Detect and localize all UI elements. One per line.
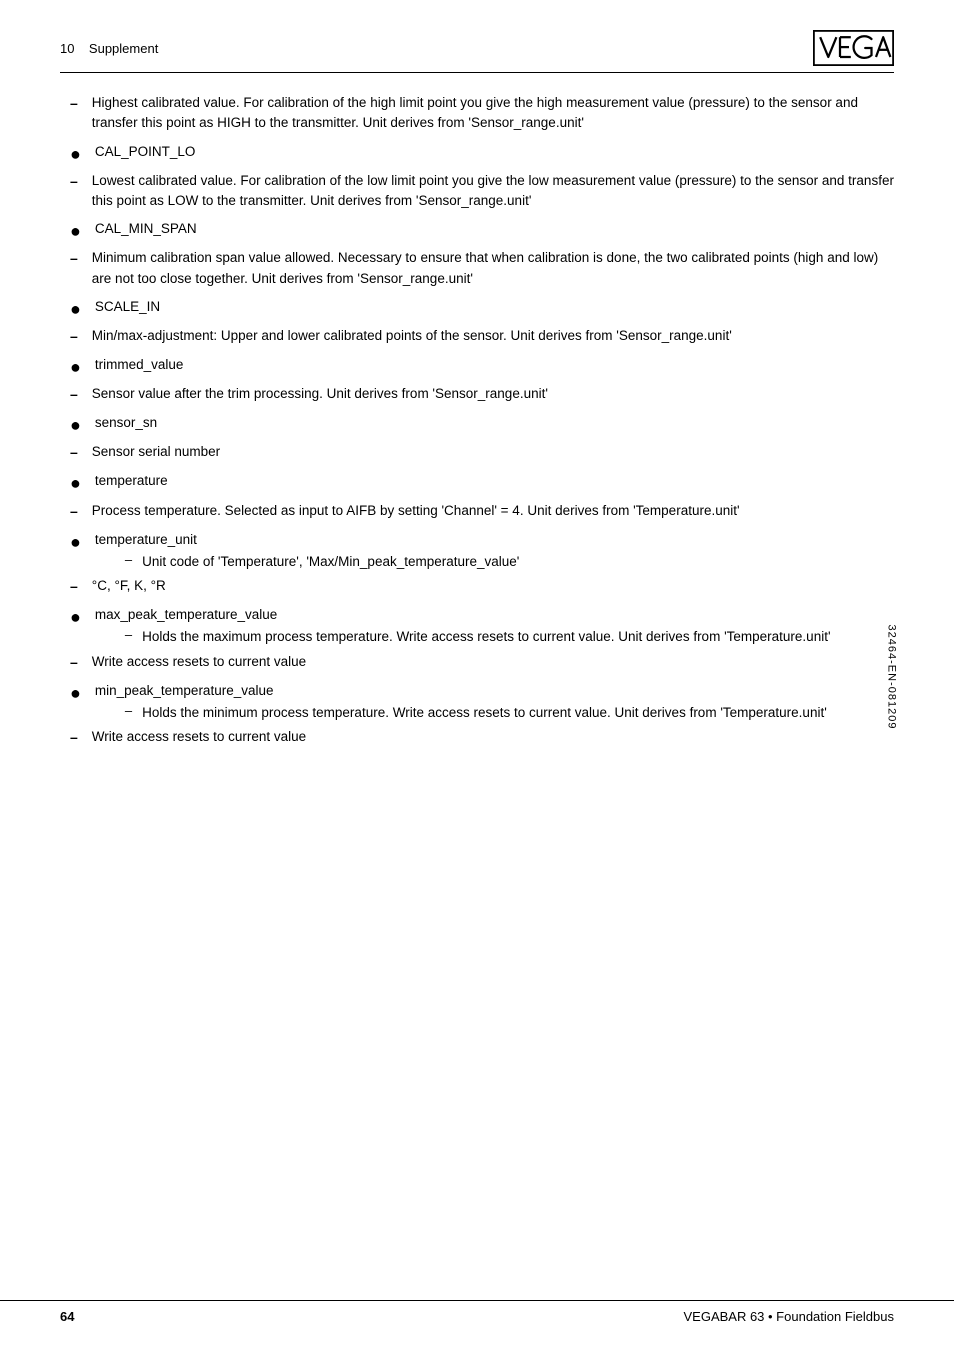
bullet-icon: ● (70, 413, 81, 438)
item-label: sensor_sn (95, 413, 157, 433)
bullet-icon: ● (70, 355, 81, 380)
dash-icon: – (70, 727, 78, 748)
item-description: Min/max-adjustment: Upper and lower cali… (92, 326, 894, 346)
item-label: CAL_MIN_SPAN (95, 219, 197, 239)
dash-icon: – (70, 652, 78, 673)
bullet-icon: ● (70, 142, 81, 167)
item-label: CAL_POINT_LO (95, 142, 196, 162)
dash-icon: – (70, 171, 78, 192)
sub-dash-icon: – (125, 552, 132, 567)
item-description: Sensor serial number (92, 442, 894, 462)
list-item: ● sensor_sn (60, 413, 894, 438)
list-item: – Highest calibrated value. For calibrat… (60, 93, 894, 134)
sub-item: – Holds the maximum process temperature.… (125, 627, 894, 647)
dash-icon: – (70, 442, 78, 463)
bullet-icon: ● (70, 297, 81, 322)
sub-item-text: Unit code of 'Temperature', 'Max/Min_pea… (142, 552, 519, 572)
sub-item: – Holds the minimum process temperature.… (125, 703, 894, 723)
sub-item-text: Holds the minimum process temperature. W… (142, 703, 827, 723)
chapter-title: 10 Supplement (60, 41, 158, 56)
item-description: Sensor value after the trim processing. … (92, 384, 894, 404)
item-label: min_peak_temperature_value (95, 681, 894, 701)
list-item: ● temperature_unit – Unit code of 'Tempe… (60, 530, 894, 575)
sub-item-text: Holds the maximum process temperature. W… (142, 627, 830, 647)
item-description: Highest calibrated value. For calibratio… (92, 93, 894, 134)
item-description: Lowest calibrated value. For calibration… (92, 171, 894, 212)
dash-icon: – (70, 576, 78, 597)
bullet-icon: ● (70, 605, 81, 630)
list-item: – Write access resets to current value (60, 652, 894, 673)
list-item: ● trimmed_value (60, 355, 894, 380)
bullet-icon: ● (70, 681, 81, 706)
list-item: ● min_peak_temperature_value – Holds the… (60, 681, 894, 726)
item-label: temperature_unit (95, 530, 894, 550)
list-item: – Minimum calibration span value allowed… (60, 248, 894, 289)
item-label: trimmed_value (95, 355, 184, 375)
list-item: – Sensor value after the trim processing… (60, 384, 894, 405)
dash-icon: – (70, 384, 78, 405)
item-description: Process temperature. Selected as input t… (92, 501, 894, 521)
item-description: Minimum calibration span value allowed. … (92, 248, 894, 289)
bullet-icon: ● (70, 530, 81, 555)
sub-dash-icon: – (125, 627, 132, 642)
vega-logo (813, 30, 894, 66)
item-description: °C, °F, K, °R (92, 576, 894, 596)
sub-item: – Unit code of 'Temperature', 'Max/Min_p… (125, 552, 894, 572)
list-item: – Lowest calibrated value. For calibrati… (60, 171, 894, 212)
dash-icon: – (70, 93, 78, 114)
document-id: 32464-EN-081209 (886, 625, 898, 730)
bullet-icon: ● (70, 219, 81, 244)
list-item: – Sensor serial number (60, 442, 894, 463)
item-label: temperature (95, 471, 168, 491)
item-description: Write access resets to current value (92, 652, 894, 672)
logo-area (813, 30, 894, 66)
list-item: ● max_peak_temperature_value – Holds the… (60, 605, 894, 650)
item-label: SCALE_IN (95, 297, 160, 317)
sub-dash-icon: – (125, 703, 132, 718)
chapter-number: 10 (60, 41, 74, 56)
list-item: ● temperature (60, 471, 894, 496)
page-number: 64 (60, 1309, 74, 1324)
item-label: max_peak_temperature_value (95, 605, 894, 625)
product-name: VEGABAR 63 • Foundation Fieldbus (683, 1309, 894, 1324)
main-content: – Highest calibrated value. For calibrat… (60, 93, 894, 748)
page-header: 10 Supplement (60, 30, 894, 73)
list-item: – °C, °F, K, °R (60, 576, 894, 597)
item-description: Write access resets to current value (92, 727, 894, 747)
list-item: – Min/max-adjustment: Upper and lower ca… (60, 326, 894, 347)
list-item: ● SCALE_IN (60, 297, 894, 322)
page-container: 10 Supplement (0, 0, 954, 1354)
list-item: ● CAL_MIN_SPAN (60, 219, 894, 244)
list-item: ● CAL_POINT_LO (60, 142, 894, 167)
list-item: – Process temperature. Selected as input… (60, 501, 894, 522)
dash-icon: – (70, 501, 78, 522)
page-footer: 64 VEGABAR 63 • Foundation Fieldbus (0, 1300, 954, 1324)
bullet-icon: ● (70, 471, 81, 496)
list-item: – Write access resets to current value (60, 727, 894, 748)
dash-icon: – (70, 326, 78, 347)
dash-icon: – (70, 248, 78, 269)
section-title: Supplement (89, 41, 158, 56)
